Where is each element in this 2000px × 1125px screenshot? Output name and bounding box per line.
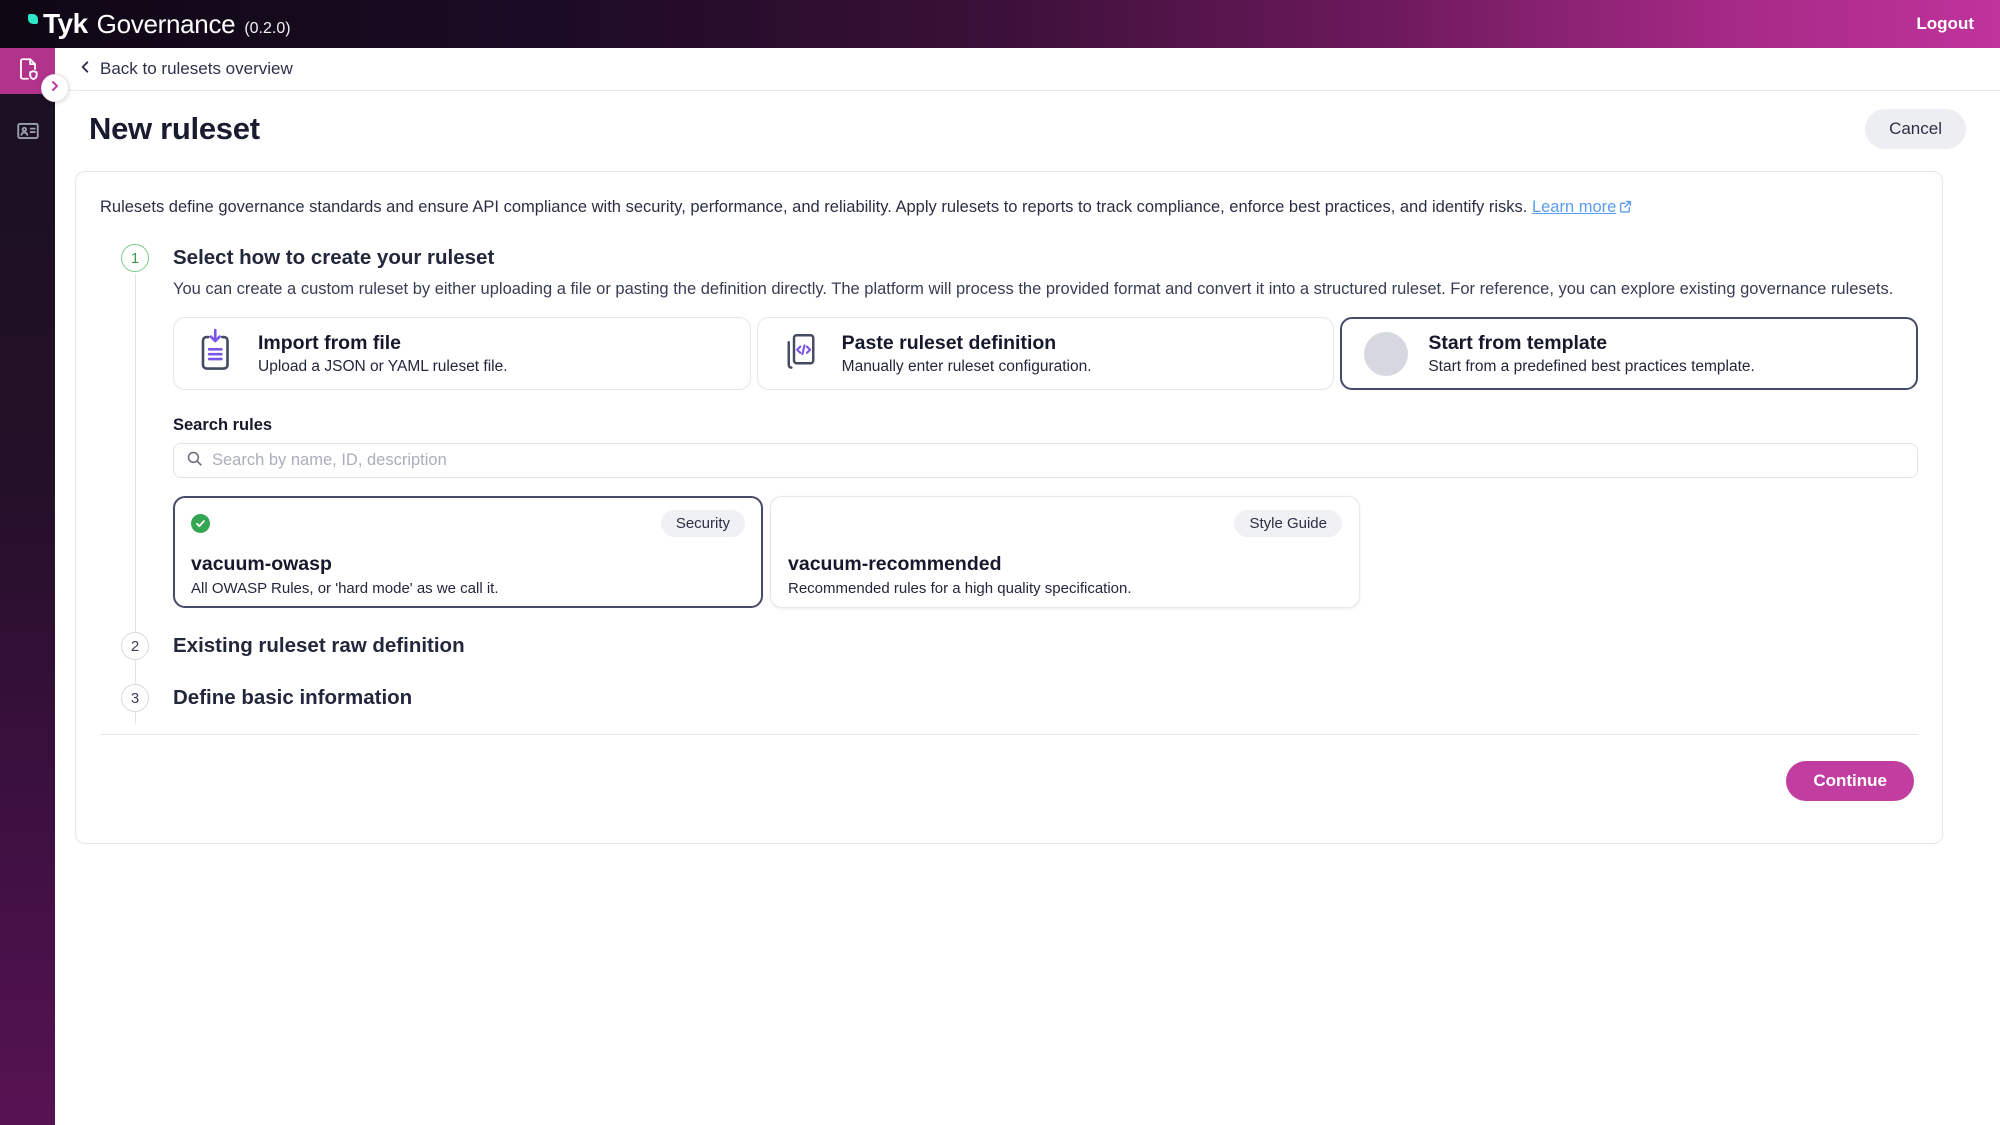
option-card-start-from-template[interactable]: Start from template Start from a predefi…: [1340, 317, 1918, 390]
category-badge: Security: [661, 510, 745, 537]
template-name: vacuum-owasp: [191, 553, 745, 576]
sidebar-item-profile[interactable]: [0, 110, 55, 156]
learn-more-label: Learn more: [1532, 198, 1616, 216]
continue-button[interactable]: Continue: [1786, 761, 1914, 801]
template-name: vacuum-recommended: [788, 553, 1342, 576]
step-1: 1 Select how to create your ruleset You …: [100, 244, 1918, 608]
search-box: [173, 443, 1918, 478]
chevron-left-icon: [78, 60, 92, 79]
topbar: Tyk Governance (0.2.0) Logout: [0, 0, 2000, 48]
new-ruleset-card: Rulesets define governance standards and…: [75, 171, 1943, 844]
intro-description: Rulesets define governance standards and…: [100, 198, 1527, 216]
search-rules-label: Search rules: [173, 416, 1918, 435]
step-1-title: Select how to create your ruleset: [173, 244, 1918, 272]
brand-name: Tyk: [43, 8, 88, 40]
option-title: Start from template: [1428, 332, 1755, 355]
category-badge: Style Guide: [1234, 510, 1342, 537]
sidebar-expand-button[interactable]: [41, 74, 69, 102]
step-2-title: Existing ruleset raw definition: [173, 632, 1918, 660]
template-card-vacuum-recommended[interactable]: Style Guide vacuum-recommended Recommend…: [770, 496, 1360, 608]
tyk-leaf-icon: [28, 14, 38, 24]
step-1-description: You can create a custom ruleset by eithe…: [173, 280, 1918, 299]
template-description: Recommended rules for a high quality spe…: [788, 580, 1342, 597]
search-input[interactable]: [212, 451, 1905, 470]
file-download-icon: [196, 328, 238, 379]
option-card-text: Paste ruleset definition Manually enter …: [842, 332, 1092, 376]
step-2: 2 Existing ruleset raw definition: [100, 632, 1918, 660]
card-footer: Continue: [100, 761, 1918, 801]
app-logo: Tyk Governance (0.2.0): [28, 8, 291, 40]
back-link[interactable]: Back to rulesets overview: [55, 48, 2000, 91]
content-area: Back to rulesets overview New ruleset Ca…: [55, 48, 2000, 1125]
create-option-cards: Import from file Upload a JSON or YAML r…: [173, 317, 1918, 390]
template-cards: Security vacuum-owasp All OWASP Rules, o…: [173, 496, 1918, 608]
step-2-indicator: 2: [121, 632, 149, 660]
code-file-icon: [780, 328, 822, 379]
app-version: (0.2.0): [244, 20, 290, 38]
circle-placeholder-icon: [1364, 332, 1408, 376]
page-header: New ruleset Cancel: [55, 91, 2000, 163]
template-card-vacuum-owasp[interactable]: Security vacuum-owasp All OWASP Rules, o…: [173, 496, 763, 608]
chevron-right-icon: [49, 79, 61, 97]
step-1-indicator: 1: [121, 244, 149, 272]
brand-product: Governance: [97, 9, 236, 40]
option-card-paste-definition[interactable]: Paste ruleset definition Manually enter …: [757, 317, 1335, 390]
logout-button[interactable]: Logout: [1916, 14, 1974, 34]
template-description: All OWASP Rules, or 'hard mode' as we ca…: [191, 580, 745, 597]
option-title: Paste ruleset definition: [842, 332, 1092, 355]
option-description: Start from a predefined best practices t…: [1428, 358, 1755, 376]
sidebar: [0, 48, 55, 1125]
option-description: Upload a JSON or YAML ruleset file.: [258, 358, 508, 376]
footer-divider: [100, 734, 1918, 735]
back-link-label: Back to rulesets overview: [100, 59, 293, 79]
external-link-icon: [1619, 199, 1632, 218]
learn-more-link[interactable]: Learn more: [1532, 198, 1632, 216]
option-description: Manually enter ruleset configuration.: [842, 358, 1092, 376]
option-card-text: Import from file Upload a JSON or YAML r…: [258, 332, 508, 376]
option-card-text: Start from template Start from a predefi…: [1428, 332, 1755, 376]
search-icon: [186, 450, 203, 472]
step-3-indicator: 3: [121, 684, 149, 712]
step-3-title: Define basic information: [173, 684, 1918, 712]
intro-text: Rulesets define governance standards and…: [100, 198, 1918, 218]
page-title: New ruleset: [89, 111, 260, 147]
id-card-icon: [15, 118, 41, 149]
option-title: Import from file: [258, 332, 508, 355]
steps-container: 1 Select how to create your ruleset You …: [100, 244, 1918, 712]
option-card-import-from-file[interactable]: Import from file Upload a JSON or YAML r…: [173, 317, 751, 390]
selected-check-icon: [191, 514, 210, 533]
cancel-button[interactable]: Cancel: [1865, 109, 1966, 149]
step-3: 3 Define basic information: [100, 684, 1918, 712]
ruleset-document-shield-icon: [15, 56, 41, 87]
